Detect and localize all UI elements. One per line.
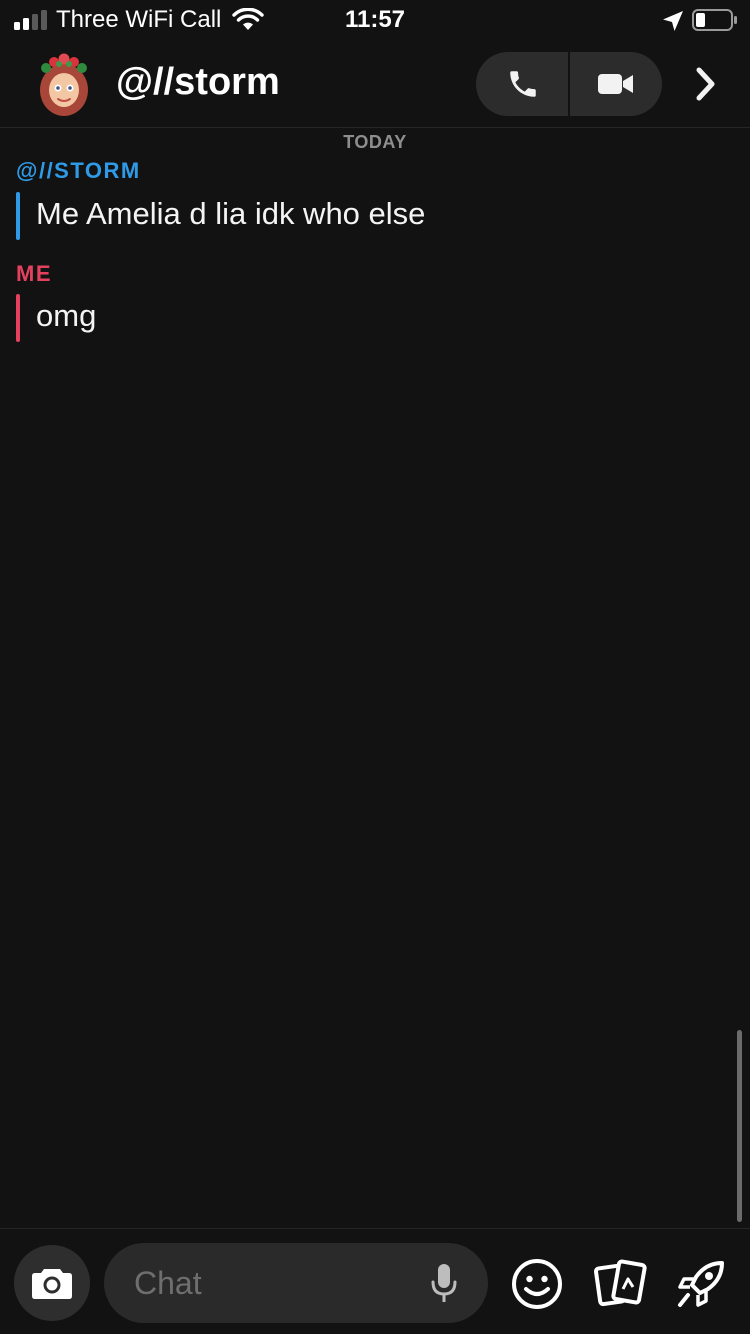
message-text-me: omg (36, 298, 97, 333)
message-friend[interactable]: Me Amelia d lia idk who else (16, 192, 716, 240)
composer-bar (0, 1228, 750, 1334)
friend-name[interactable]: @//storm (116, 61, 280, 104)
message-bar-friend (16, 192, 20, 240)
chevron-right-icon (696, 67, 715, 101)
status-time: 11:57 (344, 6, 406, 33)
microphone-icon (431, 1264, 457, 1302)
message-me[interactable]: omg (16, 294, 716, 342)
call-actions (476, 52, 662, 116)
camera-icon (32, 1269, 72, 1299)
sticker-cards-icon[interactable] (592, 1257, 648, 1311)
scroll-indicator[interactable] (737, 1030, 742, 1222)
smiley-icon[interactable] (510, 1257, 564, 1311)
location-arrow-icon (663, 11, 683, 31)
open-profile-button[interactable] (686, 62, 726, 106)
voice-call-button[interactable] (476, 52, 569, 116)
sender-label-friend: @//STORM (16, 158, 141, 183)
rocket-icon[interactable] (676, 1257, 728, 1309)
video-call-button[interactable] (570, 52, 662, 116)
chat-screen: Three WiFi Call 11:57 @//storm TODAY @//… (0, 0, 750, 1334)
phone-icon (509, 71, 536, 97)
status-bar: Three WiFi Call 11:57 (0, 0, 750, 44)
bitmoji-avatar[interactable] (34, 52, 94, 118)
message-bar-me (16, 294, 20, 342)
video-camera-icon (598, 74, 633, 94)
camera-button[interactable] (14, 1245, 90, 1321)
date-divider: TODAY (343, 132, 407, 152)
battery-icon (692, 9, 737, 31)
microphone-button[interactable] (426, 1261, 462, 1307)
chat-header: @//storm (0, 44, 750, 128)
message-text-friend: Me Amelia d lia idk who else (36, 196, 426, 231)
sender-label-me: ME (16, 261, 52, 286)
